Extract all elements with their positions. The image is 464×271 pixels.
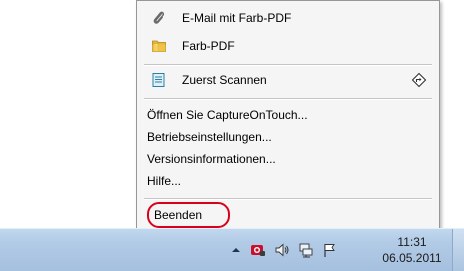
- menu-item-label: Hilfe...: [147, 174, 182, 188]
- document-icon: [152, 73, 165, 87]
- menu-separator: [144, 198, 432, 200]
- clock-time: 11:31: [397, 235, 427, 249]
- chevron-up-icon[interactable]: [228, 242, 244, 258]
- folder-icon: [152, 40, 166, 52]
- network-icon[interactable]: [298, 242, 314, 258]
- clock-date: 06.05.2011: [382, 251, 442, 265]
- capture-on-touch-icon[interactable]: [250, 242, 266, 258]
- menu-item-version-info[interactable]: Versionsinformationen...: [137, 148, 439, 170]
- menu-item-scan-first[interactable]: Zuerst Scannen: [137, 69, 439, 91]
- speaker-icon[interactable]: [274, 242, 290, 258]
- menu-item-label: Zuerst Scannen: [182, 73, 267, 87]
- flag-icon[interactable]: [322, 242, 338, 258]
- menu-item-label: Öffnen Sie CaptureOnTouch...: [147, 108, 308, 122]
- menu-item-label: Versionsinformationen...: [147, 152, 276, 166]
- paperclip-icon: [153, 11, 165, 24]
- context-menu: E-Mail mit Farb-PDF Farb-PDF Zuerst Scan…: [136, 0, 440, 234]
- menu-item-color-pdf[interactable]: Farb-PDF: [137, 35, 439, 57]
- menu-item-label: E-Mail mit Farb-PDF: [182, 11, 292, 25]
- show-desktop-button[interactable]: [452, 229, 464, 271]
- menu-item-open-captureontouch[interactable]: Öffnen Sie CaptureOnTouch...: [137, 104, 439, 126]
- taskbar-clock[interactable]: 11:31 06.05.2011: [378, 234, 446, 266]
- taskbar: 11:31 06.05.2011: [0, 228, 464, 271]
- menu-item-label: Farb-PDF: [182, 39, 235, 53]
- menu-item-help[interactable]: Hilfe...: [137, 170, 439, 192]
- diamond-arrow-icon: [411, 72, 427, 88]
- menu-item-label: Betriebseinstellungen...: [147, 130, 272, 144]
- menu-separator: [144, 64, 432, 66]
- menu-item-operation-settings[interactable]: Betriebseinstellungen...: [137, 126, 439, 148]
- menu-separator: [144, 98, 432, 100]
- exit-highlight-ring: [147, 202, 230, 228]
- menu-item-email-color-pdf[interactable]: E-Mail mit Farb-PDF: [137, 7, 439, 29]
